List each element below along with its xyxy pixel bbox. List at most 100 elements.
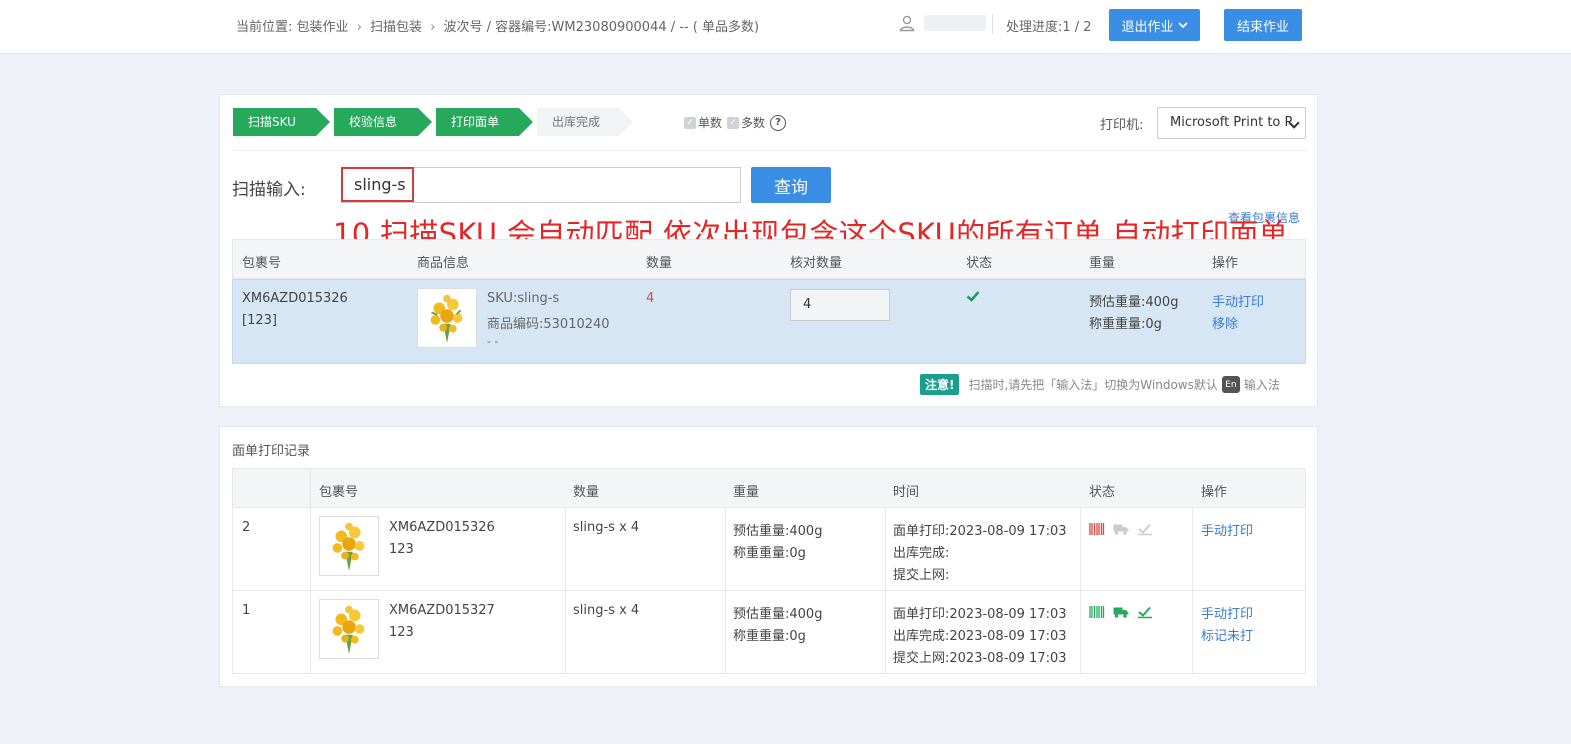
help-icon[interactable]: ? — [770, 114, 787, 131]
scan-input[interactable]: sling-s — [341, 167, 741, 203]
package-table-header: 包裹号 商品信息 数量 核对数量 状态 重量 操作 — [232, 239, 1306, 279]
col-qty: 数量 — [573, 485, 600, 500]
divider — [233, 150, 1306, 151]
step-print-label: 打印面单 — [436, 108, 533, 136]
chevron-down-icon — [1177, 22, 1188, 29]
check-icon — [966, 291, 980, 302]
package-sub: 123 — [389, 625, 414, 640]
table-row: 2 XM6AZD015326 123 sling-s x 4 预估重量:400g… — [232, 508, 1306, 591]
barcode-icon — [1089, 523, 1105, 535]
step-verify-info: 校验信息 — [334, 108, 432, 136]
col-package-no: 包裹号 — [319, 485, 359, 500]
package-sub: 123 — [389, 542, 414, 557]
flower-bouquet-icon — [332, 522, 365, 572]
flower-bouquet-icon — [430, 294, 463, 344]
progress-text: 处理进度:1 / 2 — [1006, 20, 1092, 35]
time-outbound: 出库完成: — [893, 546, 950, 561]
user-icon — [899, 15, 915, 32]
measured-weight: 称重重量:0g — [733, 629, 806, 644]
product-sku: SKU:sling-s — [487, 291, 560, 306]
exit-task-button[interactable]: 退出作业 — [1109, 9, 1200, 41]
scan-card: 扫描SKU 校验信息 打印面单 出库完成 ✓ 单数 ✓ 多数 ? 打印机: Mi… — [219, 94, 1318, 407]
breadcrumb-item-packing[interactable]: 包装作业 — [297, 20, 349, 35]
time-submitted: 提交上网:2023-08-09 17:03 — [893, 651, 1067, 666]
col-qty: 数量 — [646, 256, 673, 271]
measured-weight: 称重重量:0g — [1089, 317, 1162, 332]
step-progress: 扫描SKU 校验信息 打印面单 出库完成 — [233, 108, 637, 136]
mode-checks: ✓ 单数 ✓ 多数 ? — [684, 114, 787, 131]
check-qty-input[interactable]: 4 — [790, 289, 890, 321]
header-divider — [992, 14, 993, 34]
flower-bouquet-icon — [332, 605, 365, 655]
step-outbound-complete: 出库完成 — [537, 108, 633, 136]
end-task-button[interactable]: 结束作业 — [1224, 9, 1302, 41]
product-extra: - - — [487, 335, 499, 348]
col-status: 状态 — [966, 256, 993, 271]
printer-label: 打印机: — [1100, 118, 1144, 133]
notice-badge: 注意! — [920, 374, 960, 395]
remove-link[interactable]: 移除 — [1212, 313, 1238, 332]
chevron-right-icon: › — [430, 20, 436, 35]
col-weight: 重量 — [1089, 256, 1116, 271]
measured-weight: 称重重量:0g — [733, 546, 806, 561]
chevron-right-icon: › — [356, 20, 362, 35]
package-number: XM6AZD015327 — [389, 603, 495, 618]
time-printed: 面单打印:2023-08-09 17:03 — [893, 607, 1067, 622]
step-scan-sku: 扫描SKU — [233, 108, 330, 136]
multi-mode-checkbox[interactable]: ✓ — [727, 116, 740, 129]
scan-input-label: 扫描输入: — [232, 180, 306, 200]
manual-print-link[interactable]: 手动打印 — [1201, 603, 1253, 622]
product-code: 商品编码:53010240 — [487, 317, 610, 332]
product-thumbnail — [319, 516, 379, 576]
breadcrumb-item-scan-packing[interactable]: 扫描包装 — [370, 20, 422, 35]
user-name — [924, 15, 986, 31]
single-mode-checkbox[interactable]: ✓ — [684, 116, 696, 129]
records-table-header: 包裹号 数量 重量 时间 状态 操作 — [232, 468, 1306, 508]
keyboard-en-icon: En — [1221, 376, 1240, 393]
barcode-icon — [1089, 606, 1105, 618]
row-index: 1 — [242, 603, 251, 618]
manual-print-link[interactable]: 手动打印 — [1212, 291, 1264, 310]
col-package-no: 包裹号 — [242, 256, 282, 271]
estimated-weight: 预估重量:400g — [733, 607, 823, 622]
exit-task-label: 退出作业 — [1121, 19, 1174, 35]
truck-icon — [1113, 524, 1129, 535]
truck-icon — [1113, 607, 1129, 618]
printer-select-value: Microsoft Print to P — [1170, 115, 1293, 130]
row-index: 2 — [242, 520, 251, 535]
col-time: 时间 — [893, 485, 920, 500]
col-action: 操作 — [1201, 485, 1228, 500]
record-qty: sling-s x 4 — [573, 603, 640, 618]
package-number: XM6AZD015326 — [389, 520, 495, 535]
breadcrumb-item-wave: 波次号 / 容器编号:WM23080900044 / -- ( 单品多数) — [443, 20, 760, 35]
package-number: XM6AZD015326 — [242, 291, 348, 306]
col-product-info: 商品信息 — [417, 256, 470, 271]
notice-text-end: 输入法 — [1243, 378, 1280, 392]
ime-notice: 注意! 扫描时,请先把「输入法」切换为Windows默认 En 输入法 — [920, 374, 1280, 395]
time-outbound: 出库完成:2023-08-09 17:03 — [893, 629, 1067, 644]
user-area[interactable] — [898, 14, 986, 32]
mark-unprinted-link[interactable]: 标记未打 — [1201, 625, 1253, 644]
package-sub: [123] — [242, 313, 277, 328]
product-thumbnail — [417, 288, 477, 348]
single-mode-label: 单数 — [698, 116, 723, 130]
record-qty: sling-s x 4 — [573, 520, 640, 535]
print-records-card: 面单打印记录 包裹号 数量 重量 时间 状态 操作 2 XM6AZD015326… — [219, 426, 1318, 687]
col-action: 操作 — [1212, 256, 1239, 271]
multi-mode-label: 多数 — [741, 116, 766, 130]
submit-check-icon — [1138, 523, 1152, 536]
print-records-title: 面单打印记录 — [232, 444, 311, 459]
col-check-qty: 核对数量 — [790, 256, 843, 271]
product-thumbnail — [319, 599, 379, 659]
table-row: 1 XM6AZD015327 123 sling-s x 4 预估重量:400g… — [232, 591, 1306, 674]
notice-text: 扫描时,请先把「输入法」切换为Windows默认 — [968, 378, 1218, 392]
estimated-weight: 预估重量:400g — [1089, 295, 1179, 310]
breadcrumb-prefix: 当前位置: — [236, 20, 293, 35]
query-button[interactable]: 查询 — [751, 167, 831, 203]
table-row[interactable]: XM6AZD015326 [123] SKU:sling-s 商品编码:5301… — [232, 279, 1306, 364]
printer-select[interactable]: Microsoft Print to P — [1157, 107, 1306, 139]
manual-print-link[interactable]: 手动打印 — [1201, 520, 1253, 539]
time-printed: 面单打印:2023-08-09 17:03 — [893, 524, 1067, 539]
estimated-weight: 预估重量:400g — [733, 524, 823, 539]
package-qty: 4 — [646, 291, 655, 306]
